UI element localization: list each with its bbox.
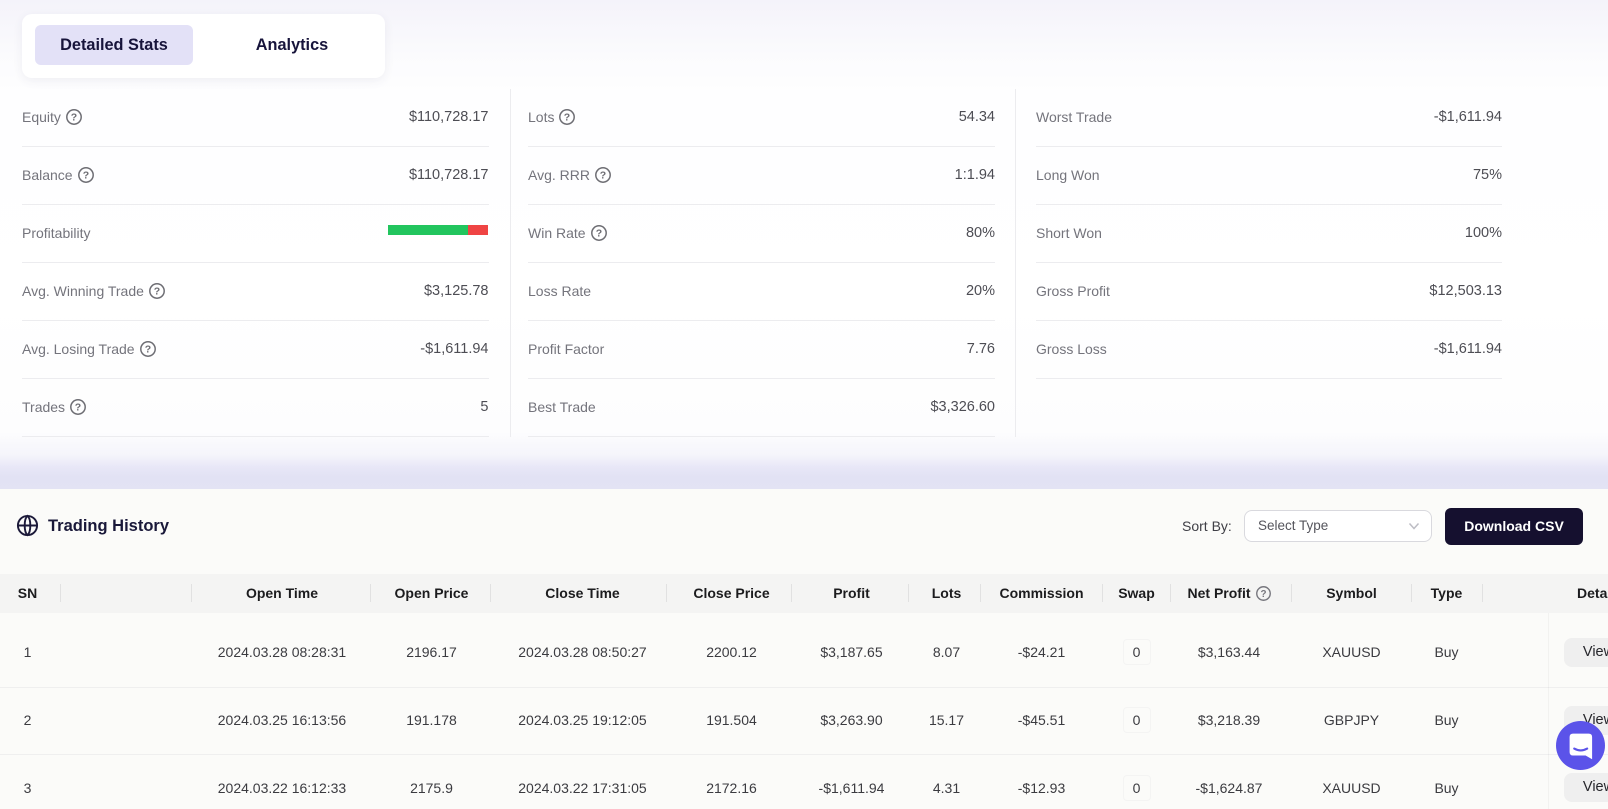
svg-text:?: ? [1260,589,1266,600]
